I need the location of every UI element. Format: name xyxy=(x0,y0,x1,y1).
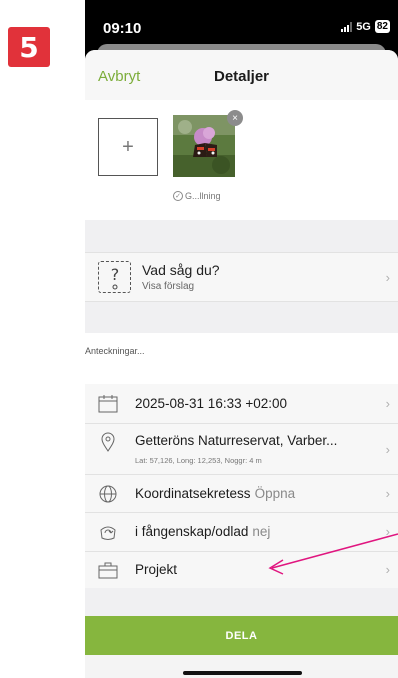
remove-photo-button[interactable]: × xyxy=(227,110,243,126)
species-row[interactable]: ? Vad såg du? Visa förslag › xyxy=(85,252,398,302)
project-row[interactable]: Projekt › xyxy=(85,552,398,588)
notes-field[interactable]: Anteckningar... xyxy=(85,333,398,384)
check-circle-icon: ✓ xyxy=(173,191,183,201)
step-number-badge: 5 xyxy=(8,27,50,67)
species-suggestion-link[interactable]: Visa förslag xyxy=(142,281,194,292)
svg-text:?: ? xyxy=(111,265,120,284)
chevron-right-icon: › xyxy=(385,270,390,285)
phone-screen: 09:10 5G 82 Avbryt Detaljer + × ✓ G...ll… xyxy=(85,0,398,678)
privacy-value: Öppna xyxy=(254,486,296,501)
status-bar: 09:10 5G 82 xyxy=(85,0,398,46)
chevron-right-icon: › xyxy=(385,486,390,501)
photo-thumbnail[interactable] xyxy=(173,115,235,177)
network-type: 5G xyxy=(356,20,371,33)
calendar-icon xyxy=(98,395,118,413)
chevron-right-icon: › xyxy=(385,562,390,577)
location-name: Getteröns Naturreservat, Varber... xyxy=(135,433,338,448)
globe-icon xyxy=(99,485,117,503)
share-button[interactable]: DELA xyxy=(85,616,398,655)
screenshot-stage: 5 09:10 5G 82 Avbryt Detaljer + × ✓ G...… xyxy=(0,0,398,678)
datetime-row[interactable]: 2025-08-31 16:33 +02:00 › xyxy=(85,384,398,424)
status-time: 09:10 xyxy=(103,20,142,37)
briefcase-icon xyxy=(98,562,118,579)
species-prompt: Vad såg du? xyxy=(142,262,220,278)
photo-caption: G...llning xyxy=(185,191,221,201)
chevron-right-icon: › xyxy=(385,442,390,457)
signal-icon xyxy=(341,21,353,32)
status-indicators: 5G 82 xyxy=(341,20,390,33)
location-coordinates: Lat: 57,126, Long: 12,253, Noggr: 4 m xyxy=(135,456,262,465)
captive-label: i fångenskap/odlad nej xyxy=(135,524,270,539)
notes-placeholder: Anteckningar... xyxy=(85,346,145,356)
chevron-right-icon: › xyxy=(385,524,390,539)
captive-label-text: i fångenskap/odlad xyxy=(135,524,249,539)
home-indicator xyxy=(183,671,302,675)
location-pin-icon xyxy=(101,432,115,452)
captive-value: nej xyxy=(252,524,271,539)
details-sheet: Avbryt Detaljer + × ✓ G...llning ? Vad s… xyxy=(85,50,398,678)
captive-cultivated-icon xyxy=(100,526,116,540)
coordinate-privacy-row[interactable]: Koordinatsekretess Öppna › xyxy=(85,475,398,513)
section-spacer xyxy=(85,588,398,616)
add-photo-button[interactable]: + xyxy=(98,118,158,176)
project-label: Projekt xyxy=(135,562,178,577)
details-list: 2025-08-31 16:33 +02:00 › Getteröns Natu… xyxy=(85,384,398,588)
section-spacer xyxy=(85,220,398,252)
privacy-label-text: Koordinatsekretess xyxy=(135,486,251,501)
butterfly-photo xyxy=(173,115,235,177)
battery-icon: 82 xyxy=(374,20,390,33)
datetime-value: 2025-08-31 16:33 +02:00 xyxy=(135,396,288,411)
section-spacer xyxy=(85,302,398,333)
photo-status: ✓ G...llning xyxy=(173,191,221,201)
unknown-species-icon: ? xyxy=(98,261,131,293)
navigation-bar: Avbryt Detaljer xyxy=(85,50,398,100)
captive-row[interactable]: i fångenskap/odlad nej › xyxy=(85,513,398,552)
location-row[interactable]: Getteröns Naturreservat, Varber... Lat: … xyxy=(85,424,398,475)
coordinate-privacy-label: Koordinatsekretess Öppna xyxy=(135,486,295,501)
chevron-right-icon: › xyxy=(385,396,390,411)
page-title: Detaljer xyxy=(213,68,270,85)
